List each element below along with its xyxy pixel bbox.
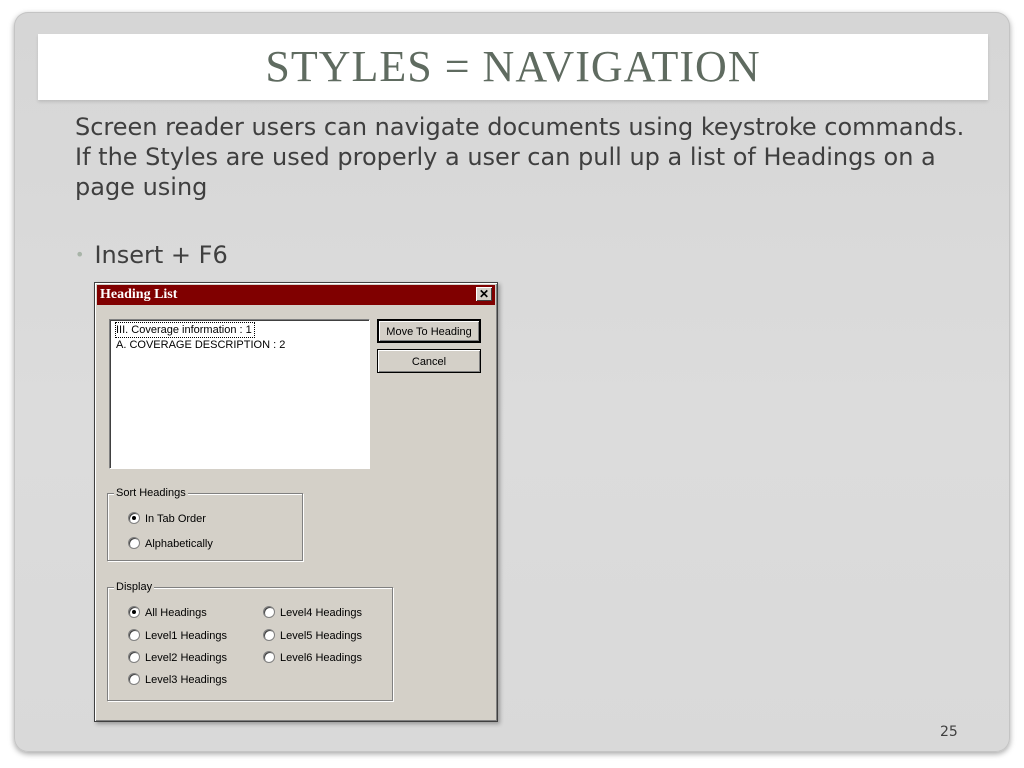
radio-unchecked-icon[interactable] — [128, 537, 140, 549]
display-label: Display — [114, 580, 155, 594]
radio-label: Alphabetically — [145, 538, 213, 550]
radio-label: Level1 Headings — [145, 630, 227, 642]
bullet-text: Insert + F6 — [94, 241, 228, 269]
radio-level3-headings[interactable]: Level3 Headings — [128, 673, 227, 687]
sort-headings-group: Sort Headings In Tab Order Alphabeticall… — [107, 486, 303, 561]
radio-unchecked-icon[interactable] — [128, 629, 140, 641]
sort-headings-label: Sort Headings — [114, 486, 188, 500]
body-paragraph: Screen reader users can navigate documen… — [75, 113, 965, 141]
radio-unchecked-icon[interactable] — [128, 651, 140, 663]
heading-listbox[interactable]: III. Coverage information : 1 A. COVERAG… — [109, 319, 370, 469]
radio-label: Level4 Headings — [280, 607, 362, 619]
radio-label: Level5 Headings — [280, 630, 362, 642]
body-paragraph: If the Styles are used properly a user c… — [75, 143, 936, 201]
title-bar: STYLES = NAVIGATION — [38, 34, 988, 100]
radio-alphabetically[interactable]: Alphabetically — [128, 537, 213, 551]
list-item[interactable]: III. Coverage information : 1 — [115, 322, 255, 338]
radio-label: In Tab Order — [145, 513, 206, 525]
radio-label: Level6 Headings — [280, 652, 362, 664]
radio-label: All Headings — [145, 607, 207, 619]
cancel-button[interactable]: Cancel — [377, 349, 481, 373]
dialog-title: Heading List — [100, 287, 178, 302]
bullet-icon: • — [75, 245, 85, 264]
slide-body: Screen reader users can navigate documen… — [75, 112, 975, 202]
list-item[interactable]: A. COVERAGE DESCRIPTION : 2 — [116, 338, 285, 352]
radio-checked-icon[interactable] — [128, 512, 140, 524]
radio-label: Level2 Headings — [145, 652, 227, 664]
dialog-titlebar[interactable]: Heading List ✕ — [97, 285, 495, 305]
radio-unchecked-icon[interactable] — [263, 651, 275, 663]
radio-level5-headings[interactable]: Level5 Headings — [263, 629, 362, 643]
display-group: Display All Headings Level1 Headings Lev… — [107, 580, 393, 701]
radio-unchecked-icon[interactable] — [263, 629, 275, 641]
page-number: 25 — [940, 724, 958, 740]
radio-label: Level3 Headings — [145, 674, 227, 686]
slide-title: STYLES = NAVIGATION — [265, 42, 761, 91]
radio-level1-headings[interactable]: Level1 Headings — [128, 629, 227, 643]
radio-in-tab-order[interactable]: In Tab Order — [128, 512, 206, 526]
move-to-heading-button[interactable]: Move To Heading — [377, 319, 481, 343]
radio-checked-icon[interactable] — [128, 606, 140, 618]
bullet-item: • Insert + F6 — [75, 240, 228, 270]
radio-level2-headings[interactable]: Level2 Headings — [128, 651, 227, 665]
radio-level4-headings[interactable]: Level4 Headings — [263, 606, 362, 620]
radio-unchecked-icon[interactable] — [128, 673, 140, 685]
radio-level6-headings[interactable]: Level6 Headings — [263, 651, 362, 665]
radio-all-headings[interactable]: All Headings — [128, 606, 207, 620]
radio-unchecked-icon[interactable] — [263, 606, 275, 618]
close-icon[interactable]: ✕ — [476, 287, 492, 301]
heading-list-dialog: Heading List ✕ III. Coverage information… — [94, 282, 498, 722]
